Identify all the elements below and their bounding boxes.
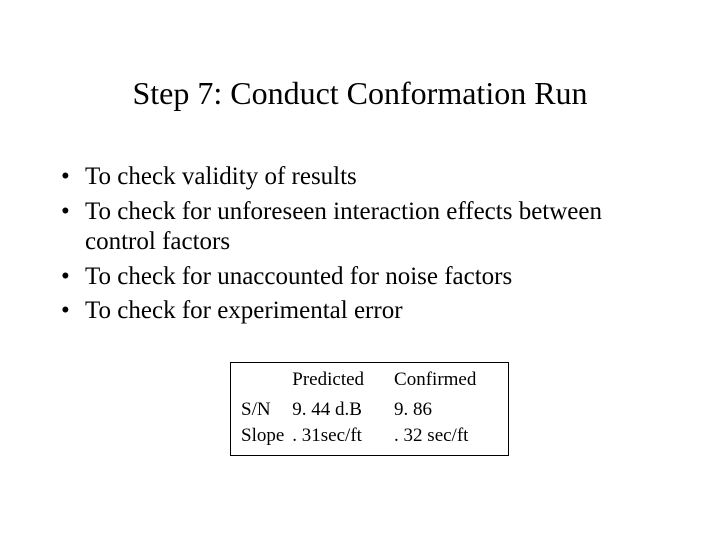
cell-value: 9. 86 (388, 397, 509, 423)
cell-value: 9. 44 d.B (288, 397, 388, 423)
cell-value: . 31sec/ft (288, 423, 388, 456)
list-item: To check validity of results (55, 162, 665, 193)
cell-value: . 32 sec/ft (388, 423, 509, 456)
bullet-list: To check validity of results To check fo… (55, 162, 665, 327)
results-table: Predicted Confirmed S/N 9. 44 d.B 9. 86 … (230, 362, 509, 456)
page-title: Step 7: Conduct Conformation Run (55, 75, 665, 112)
col-header-predicted: Predicted (288, 362, 388, 397)
row-label: Slope (231, 423, 289, 456)
col-header-confirmed: Confirmed (388, 362, 509, 397)
list-item: To check for unaccounted for noise facto… (55, 262, 665, 293)
list-item: To check for experimental error (55, 296, 665, 327)
row-label: S/N (231, 397, 289, 423)
list-item: To check for unforeseen interaction effe… (55, 197, 665, 258)
